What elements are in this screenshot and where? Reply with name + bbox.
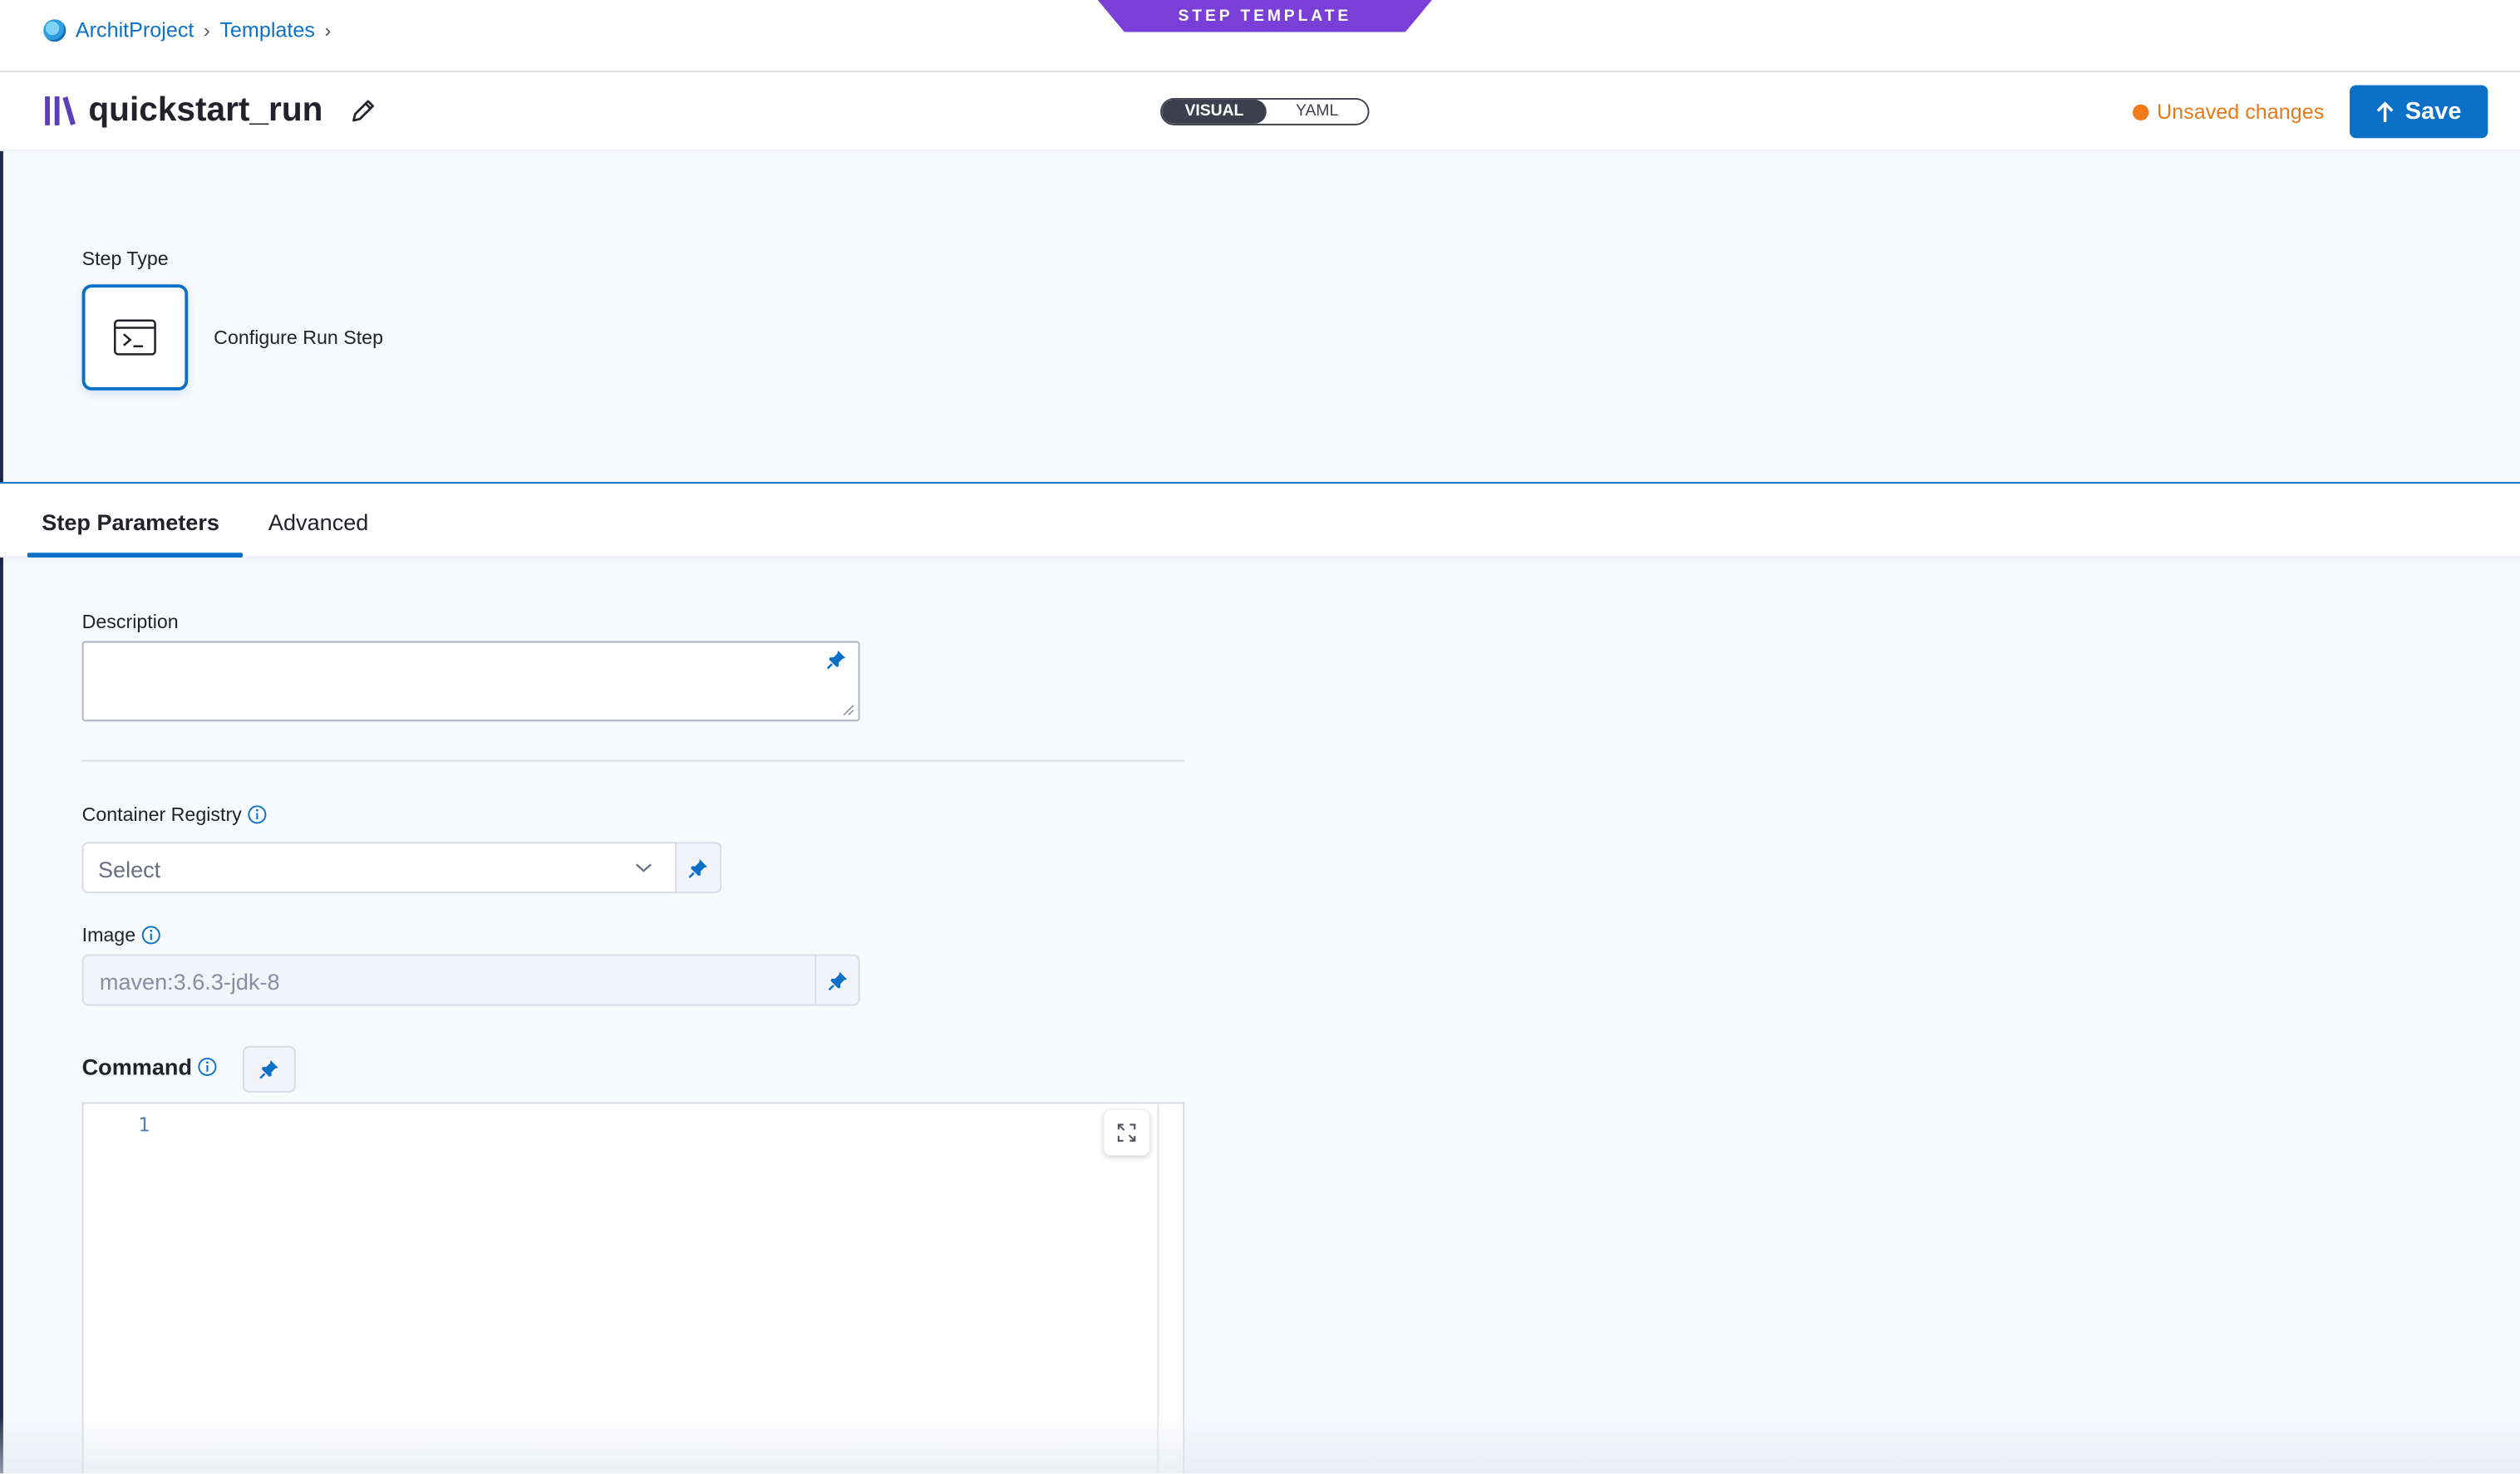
step-template-badge: STEP TEMPLATE xyxy=(1097,0,1432,32)
step-type-name: Configure Run Step xyxy=(214,326,384,349)
project-logo-icon xyxy=(43,18,66,42)
editor-scrollbar[interactable] xyxy=(1157,1103,1184,1474)
pin-icon xyxy=(825,650,845,669)
info-icon[interactable] xyxy=(249,805,268,824)
image-label-text: Image xyxy=(81,923,136,946)
expand-icon xyxy=(1117,1123,1136,1142)
step-type-card[interactable] xyxy=(81,284,189,391)
unsaved-status: Unsaved changes xyxy=(2133,100,2324,124)
container-registry-placeholder: Select xyxy=(97,856,161,882)
pencil-icon[interactable] xyxy=(347,95,380,127)
info-icon[interactable] xyxy=(142,926,161,945)
section-divider xyxy=(81,759,1185,762)
pin-icon xyxy=(688,858,707,877)
image-input[interactable]: maven:3.6.3-jdk-8 xyxy=(81,954,817,1006)
description-label: Description xyxy=(82,611,179,633)
tabs-bar: Step Parameters Advanced xyxy=(0,482,2520,558)
visual-mode-button[interactable]: VISUAL xyxy=(1162,99,1267,124)
breadcrumb: ArchitProject › Templates › xyxy=(43,17,331,42)
breadcrumb-templates-link[interactable]: Templates xyxy=(219,17,315,42)
editor-line-number: 1 xyxy=(138,1113,150,1137)
pin-icon xyxy=(827,970,847,990)
description-pin-button[interactable] xyxy=(813,633,858,685)
warning-dot-icon xyxy=(2133,103,2149,120)
top-bar: ArchitProject › Templates › STEP TEMPLAT… xyxy=(0,0,2520,73)
description-label-text: Description xyxy=(81,610,179,633)
library-icon xyxy=(45,96,76,125)
image-label: Image xyxy=(82,924,161,946)
page-title: quickstart_run xyxy=(88,91,323,129)
expand-editor-button[interactable] xyxy=(1104,1110,1149,1156)
command-label: Command xyxy=(81,1054,218,1080)
command-pin-button[interactable] xyxy=(242,1045,296,1093)
container-registry-label: Container Registry xyxy=(82,803,268,826)
resize-handle-icon[interactable] xyxy=(842,704,854,716)
container-registry-select[interactable]: Select xyxy=(81,842,677,894)
step-type-label: Step Type xyxy=(81,247,169,270)
description-textarea[interactable] xyxy=(81,641,860,722)
command-label-text: Command xyxy=(81,1054,192,1080)
save-button-label: Save xyxy=(2404,97,2462,125)
image-pin-button[interactable] xyxy=(816,954,860,1006)
terminal-icon xyxy=(114,319,156,356)
container-registry-label-text: Container Registry xyxy=(81,803,242,826)
chevron-down-icon xyxy=(635,863,652,872)
chevron-right-icon: › xyxy=(324,18,332,42)
command-code-editor[interactable]: 1 xyxy=(81,1102,1185,1474)
pin-icon xyxy=(259,1060,278,1079)
view-mode-toggle: VISUAL YAML xyxy=(1160,97,1370,125)
upload-arrow-icon xyxy=(2377,101,2394,121)
active-tab-indicator xyxy=(27,553,243,558)
title-bar: quickstart_run VISUAL YAML Unsaved chang… xyxy=(0,72,2520,151)
tab-advanced[interactable]: Advanced xyxy=(268,509,368,535)
breadcrumb-project-link[interactable]: ArchitProject xyxy=(76,17,194,42)
container-registry-pin-button[interactable] xyxy=(677,842,722,894)
tab-step-parameters[interactable]: Step Parameters xyxy=(42,509,219,535)
left-edge-rule xyxy=(0,0,3,1474)
chevron-right-icon: › xyxy=(204,18,210,42)
yaml-mode-button[interactable]: YAML xyxy=(1267,100,1368,124)
info-icon[interactable] xyxy=(199,1057,218,1076)
unsaved-status-text: Unsaved changes xyxy=(2157,99,2325,124)
image-placeholder: maven:3.6.3-jdk-8 xyxy=(99,969,280,995)
save-button[interactable]: Save xyxy=(2350,85,2488,139)
